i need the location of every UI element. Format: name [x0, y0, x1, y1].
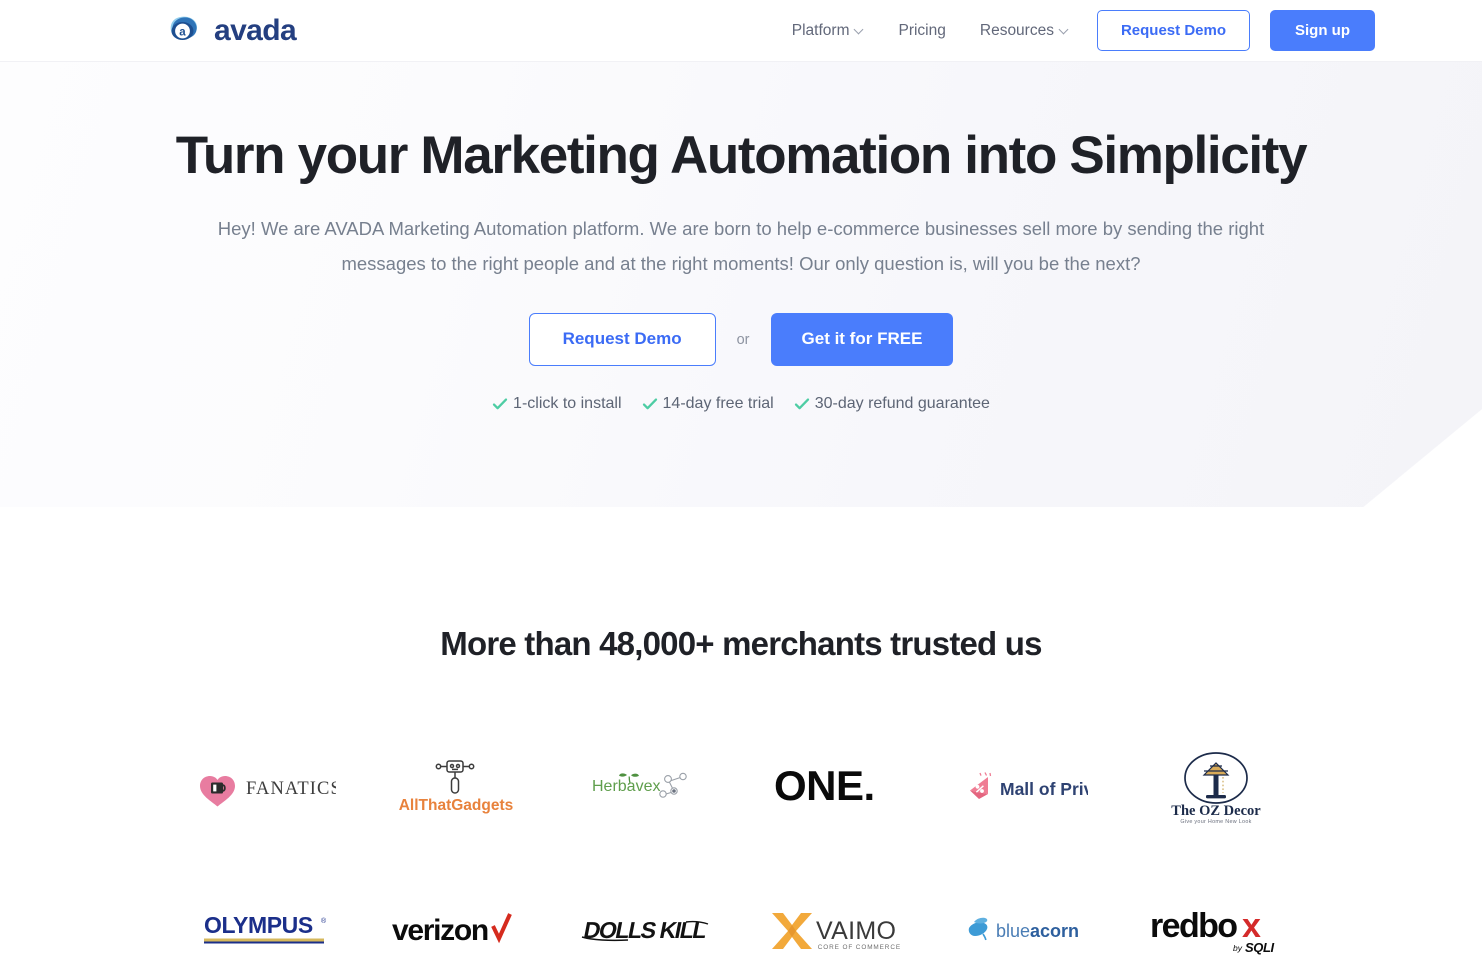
redbox-logo-icon: redbo x by SQLI — [1150, 907, 1275, 955]
check-icon — [794, 398, 809, 410]
merchant-logo-cell: verizon — [361, 859, 551, 968]
svg-text:Mall of Private: Mall of Private — [1000, 779, 1088, 799]
the-oz-decor-logo-icon: The OZ Decor Give your Home New Look — [1171, 752, 1261, 825]
svg-text:verizon: verizon — [392, 914, 488, 947]
merchant-logo-cell: OLYMPUS ® — [171, 859, 361, 968]
header-request-demo-button[interactable]: Request Demo — [1096, 9, 1250, 52]
svg-text:OLYMPUS: OLYMPUS — [204, 912, 313, 938]
hero-get-it-free-button[interactable]: Get it for FREE — [770, 313, 954, 366]
svg-text:Herbavex: Herbavex — [592, 778, 660, 795]
merchant-logo-cell: Herbavex — [551, 715, 741, 859]
nav-item-platform-label: Platform — [791, 21, 850, 39]
check-icon — [642, 398, 657, 410]
perk-label: 14-day free trial — [662, 394, 774, 412]
nav-item-resources[interactable]: Resources — [963, 22, 1086, 40]
hero-subtitle-line-1: Hey! We are AVADA Marketing Automation p… — [217, 218, 1123, 240]
perk-label: 30-day refund guarantee — [814, 394, 990, 412]
avada-cloud-logo-icon: a — [164, 11, 204, 51]
hero-section: Turn your Marketing Automation into Simp… — [0, 62, 1482, 507]
svg-text:a: a — [179, 26, 186, 38]
merchant-logo-cell: DOLLS KILL — [551, 859, 741, 968]
perk-item: 14-day free trial — [642, 395, 774, 413]
perk-label: 1-click to install — [513, 394, 622, 412]
merchant-logo-cell: ONE. — [741, 715, 931, 859]
svg-text:SQLI: SQLI — [1245, 940, 1275, 955]
nav-item-platform[interactable]: Platform — [775, 22, 882, 40]
brand-logo-link[interactable]: a avada — [164, 11, 297, 51]
merchant-logo-cell: AllThatGadgets — [361, 715, 551, 859]
hero-perks-list: 1-click to install 14-day free trial 30-… — [0, 395, 1482, 413]
site-header: a avada Platform Pricing Resources Reque… — [0, 0, 1482, 62]
svg-text:VAIMO: VAIMO — [816, 917, 896, 945]
perk-item: 30-day refund guarantee — [794, 395, 990, 413]
hero-cta-group: Request Demo or Get it for FREE — [0, 313, 1482, 366]
svg-text:redbo: redbo — [1150, 907, 1237, 945]
hero-subtitle: Hey! We are AVADA Marketing Automation p… — [176, 212, 1306, 281]
merchant-logo-cell: Mall of Private — [931, 715, 1121, 859]
one-logo-icon: ONE. — [774, 765, 875, 809]
merchants-title: More than 48,000+ merchants trusted us — [440, 625, 1042, 662]
nav-item-pricing-label: Pricing — [898, 21, 946, 39]
hero-title: Turn your Marketing Automation into Simp… — [175, 126, 1308, 185]
herbavex-logo-icon: Herbavex — [592, 772, 687, 798]
allthatgadgets-logo-icon: AllThatGadgets — [399, 760, 514, 814]
main-navigation: Platform Pricing Resources Request Demo … — [775, 9, 1375, 52]
hero-request-demo-button[interactable]: Request Demo — [528, 313, 716, 366]
svg-text:®: ® — [321, 917, 327, 925]
check-icon — [492, 398, 508, 410]
merchant-logo-cell: VAIMO CORE OF COMMERCE — [741, 859, 931, 968]
merchant-logo-cell: blue acorn — [931, 859, 1121, 968]
cta-separator-label: or — [736, 331, 750, 348]
nav-item-resources-label: Resources — [979, 21, 1054, 39]
svg-text:acorn: acorn — [1030, 921, 1079, 941]
olympus-logo-icon: OLYMPUS ® — [204, 912, 327, 944]
svg-text:ONE.: ONE. — [774, 765, 875, 809]
nav-item-pricing[interactable]: Pricing — [881, 22, 962, 40]
blue-acorn-logo-icon: blue acorn — [968, 917, 1079, 941]
dolls-kill-logo-icon: DOLLS KILL — [582, 917, 710, 943]
verizon-logo-icon: verizon — [392, 913, 512, 947]
svg-text:CORE OF COMMERCE: CORE OF COMMERCE — [818, 944, 901, 951]
mall-of-private-logo-icon: Mall of Private — [970, 772, 1088, 799]
perk-item: 1-click to install — [492, 394, 622, 413]
brand-wordmark: avada — [214, 13, 297, 47]
merchants-section: More than 48,000+ merchants trusted us F… — [0, 507, 1482, 968]
merchant-logo-cell: The OZ Decor Give your Home New Look — [1121, 715, 1311, 859]
svg-text:Give your Home New Look: Give your Home New Look — [1180, 819, 1251, 825]
svg-text:by: by — [1233, 943, 1243, 953]
merchant-logo-cell: FANATICS — [171, 715, 361, 859]
fanatics-logo-icon: FANATICS — [200, 776, 336, 807]
header-signup-button[interactable]: Sign up — [1270, 9, 1375, 52]
svg-text:blue: blue — [996, 921, 1030, 941]
merchant-logo-cell: redbo x by SQLI — [1121, 859, 1311, 968]
vaimo-logo-icon: VAIMO CORE OF COMMERCE — [772, 913, 901, 951]
chevron-down-icon — [855, 25, 864, 34]
merchant-logo-grid: FANATICS AllThatGadgets Herbavex ONE. Ma… — [171, 715, 1311, 968]
svg-text:AllThatGadgets: AllThatGadgets — [399, 797, 514, 814]
svg-text:The OZ Decor: The OZ Decor — [1171, 803, 1261, 819]
chevron-down-icon — [1060, 25, 1069, 34]
svg-text:FANATICS: FANATICS — [246, 779, 336, 799]
